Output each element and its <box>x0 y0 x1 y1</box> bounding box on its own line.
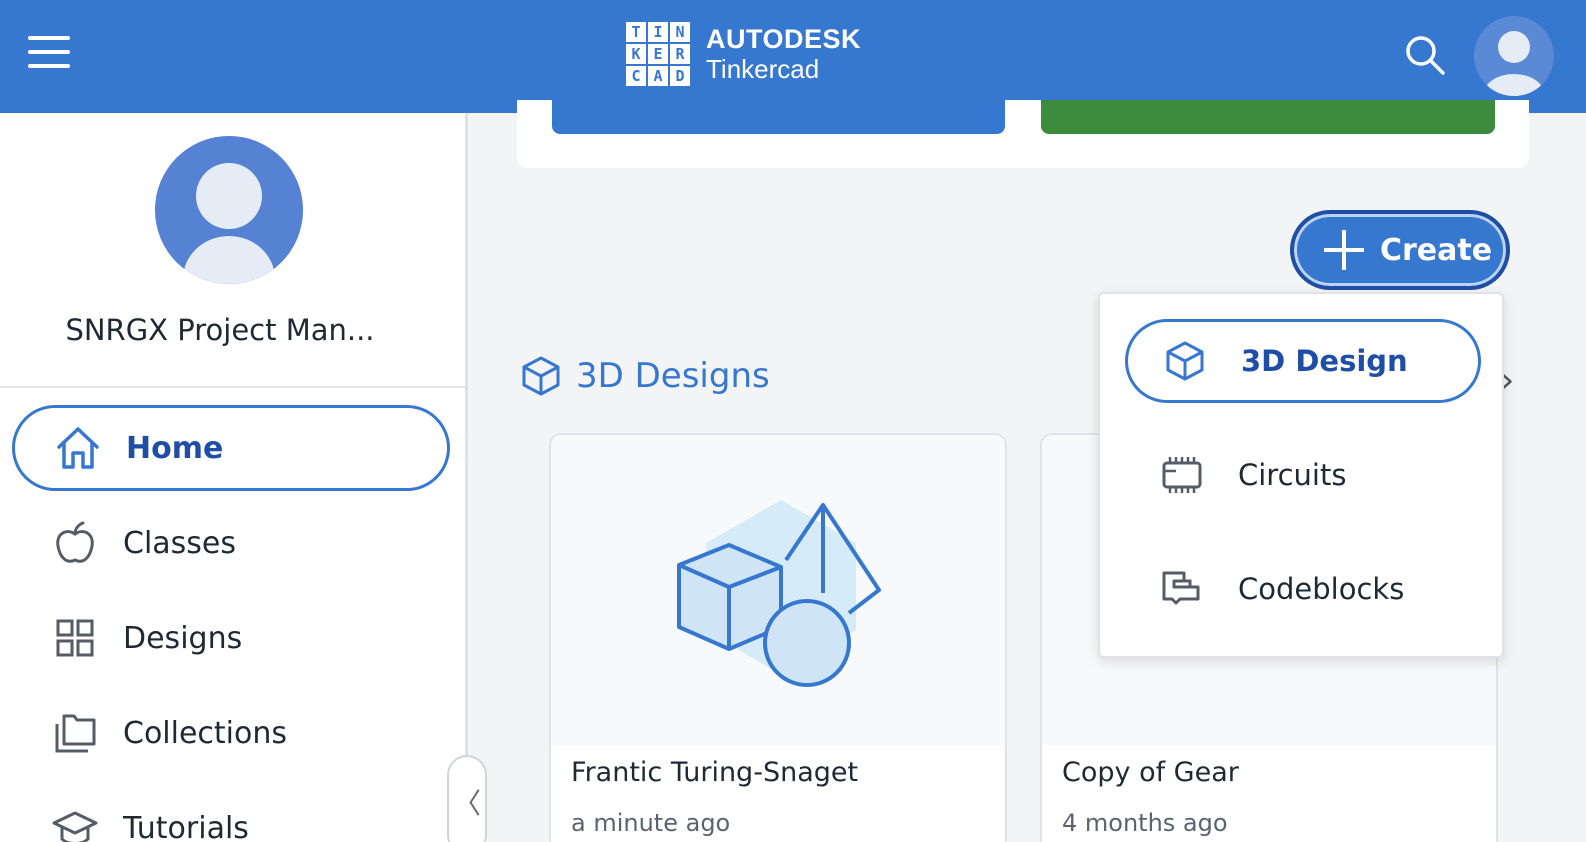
avatar-icon <box>155 136 303 284</box>
logo-letter: T <box>626 22 646 42</box>
cube-icon <box>1163 339 1207 383</box>
grid-icon <box>52 615 98 661</box>
logo-letter: K <box>626 44 646 64</box>
sidebar-item-collections[interactable]: Collections <box>12 690 450 776</box>
menu-item-label: Circuits <box>1238 458 1347 492</box>
menu-item-codeblocks[interactable]: Codeblocks <box>1125 547 1481 631</box>
home-icon <box>55 425 101 471</box>
menu-item-label: Codeblocks <box>1238 572 1405 606</box>
logo-brand: AUTODESK <box>706 24 862 54</box>
sidebar-divider <box>0 386 465 388</box>
logo-product: Tinkercad <box>706 54 820 84</box>
profile-avatar[interactable] <box>155 136 303 284</box>
tinkercad-logo[interactable]: T I N K E R C A D AUTODESK Tinkercad <box>626 22 861 86</box>
sidebar-item-label: Designs <box>123 620 243 656</box>
shapes-illustration-icon <box>677 500 881 687</box>
sidebar: SNRGX Project Man... Home Classes Design… <box>0 113 468 842</box>
sidebar-collapse-handle[interactable]: 〈 <box>447 755 487 842</box>
design-card-time: a minute ago <box>571 809 731 837</box>
plus-icon <box>1324 230 1364 270</box>
design-card-title: Copy of Gear <box>1062 757 1239 788</box>
search-icon[interactable] <box>1404 34 1446 76</box>
cube-icon <box>522 356 560 396</box>
profile-username: SNRGX Project Man... <box>65 313 375 347</box>
design-thumbnail <box>551 435 1005 745</box>
hamburger-menu-icon[interactable] <box>28 36 70 70</box>
design-card[interactable]: Frantic Turing-Snaget a minute ago <box>549 433 1007 842</box>
apple-icon <box>52 520 98 566</box>
create-dropdown-menu: 3D Design Circuits Codeblocks <box>1098 292 1504 658</box>
graduation-cap-icon <box>52 805 98 842</box>
create-button[interactable]: Create <box>1290 210 1510 290</box>
avatar-icon <box>1474 16 1554 96</box>
sidebar-item-tutorials[interactable]: Tutorials <box>12 785 450 842</box>
top-card-blue-button[interactable] <box>552 100 1005 134</box>
chevron-right-icon[interactable]: › <box>1500 360 1530 401</box>
logo-letter: A <box>648 66 668 86</box>
logo-letter: D <box>670 66 690 86</box>
codeblocks-icon <box>1160 567 1204 611</box>
logo-letter: I <box>648 22 668 42</box>
logo-letter: C <box>626 66 646 86</box>
design-card-title: Frantic Turing-Snaget <box>571 757 859 788</box>
logo-grid: T I N K E R C A D <box>626 22 690 86</box>
top-header: T I N K E R C A D AUTODESK Tinkercad <box>0 0 1586 113</box>
logo-text: AUTODESK Tinkercad <box>706 24 861 84</box>
logo-letter: E <box>648 44 668 64</box>
sidebar-item-designs[interactable]: Designs <box>12 595 450 681</box>
chevron-left-icon: 〈 <box>452 787 481 820</box>
sidebar-item-classes[interactable]: Classes <box>12 500 450 586</box>
chip-icon <box>1160 453 1204 497</box>
menu-item-circuits[interactable]: Circuits <box>1125 433 1481 517</box>
section-title-3d-designs[interactable]: 3D Designs <box>520 355 770 397</box>
top-card-green-button[interactable] <box>1041 100 1495 134</box>
logo-letter: R <box>670 44 690 64</box>
sidebar-item-home[interactable]: Home <box>12 405 450 491</box>
logo-letter: N <box>670 22 690 42</box>
design-card-time: 4 months ago <box>1062 809 1228 837</box>
create-button-label: Create <box>1380 232 1493 268</box>
menu-item-3d-design[interactable]: 3D Design <box>1125 319 1481 403</box>
section-title-label: 3D Designs <box>576 356 770 396</box>
sidebar-item-label: Home <box>126 430 224 466</box>
sidebar-item-label: Collections <box>123 715 288 751</box>
sidebar-item-label: Classes <box>123 525 237 561</box>
user-avatar-button[interactable] <box>1474 16 1554 96</box>
sidebar-item-label: Tutorials <box>123 810 249 842</box>
menu-item-label: 3D Design <box>1241 344 1408 378</box>
folder-icon <box>52 710 98 756</box>
